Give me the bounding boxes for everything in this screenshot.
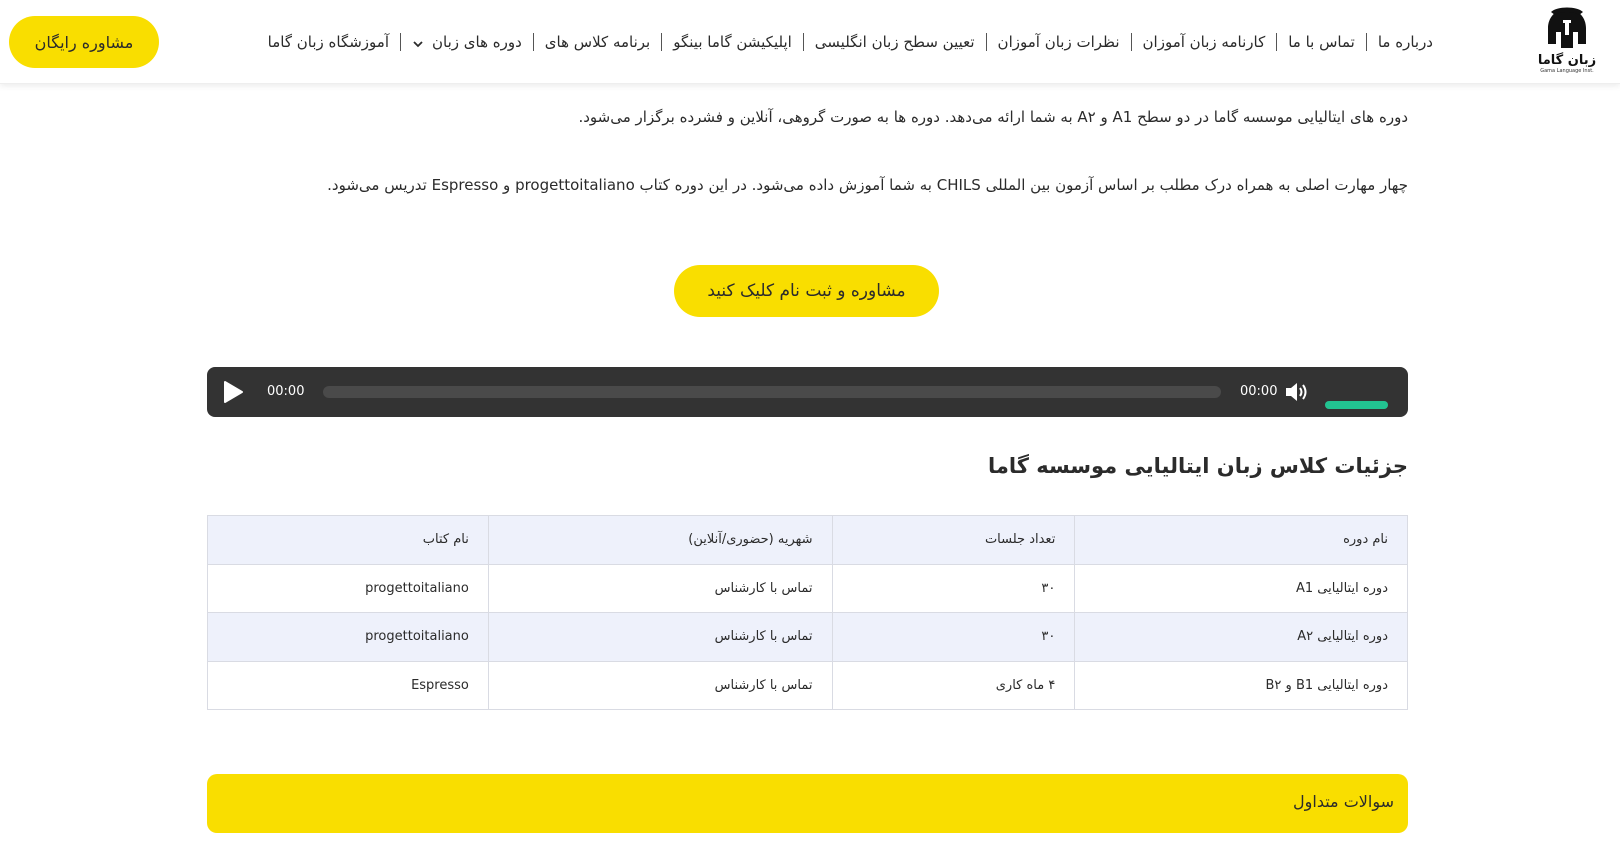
nav-item-contact[interactable]: تماس با ما bbox=[1277, 33, 1366, 51]
table-cell: تماس با کارشناس bbox=[487, 563, 833, 613]
table-cell: Espresso bbox=[207, 660, 489, 710]
course-details-table: نام دوره تعداد جلسات شهریه (حضوری/آنلاین… bbox=[207, 515, 1408, 710]
table-cell: ۳۰ bbox=[831, 612, 1076, 662]
chevron-down-icon bbox=[412, 36, 424, 48]
nav-item-bingo-app[interactable]: اپلیکیشن گاما بینگو bbox=[662, 33, 803, 51]
intro-paragraph: دوره های ایتالیایی موسسه گاما در دو سطح … bbox=[578, 108, 1408, 126]
nav-divider bbox=[532, 33, 534, 51]
table-cell: progettoitaliano bbox=[207, 563, 489, 613]
nav-item-student-results[interactable]: کارنامه زبان آموزان bbox=[1132, 33, 1277, 51]
faq-accordion[interactable]: سوالات متداول bbox=[207, 774, 1408, 833]
volume-icon[interactable] bbox=[1284, 380, 1310, 404]
site-header: مشاوره رایگان آموزشگاه زبان گاما دوره ها… bbox=[0, 0, 1620, 84]
table-cell: ۳۰ bbox=[831, 563, 1076, 613]
column-header: تعداد جلسات bbox=[831, 515, 1076, 565]
column-header: نام کتاب bbox=[207, 515, 489, 565]
nav-divider bbox=[1276, 33, 1278, 51]
main-nav: آموزشگاه زبان گاما دوره های زبان برنامه … bbox=[257, 28, 1444, 56]
spartan-helmet-icon bbox=[1548, 7, 1586, 48]
audio-player: 00:00 00:00 bbox=[207, 367, 1408, 417]
logo-name: زبان گاما bbox=[1537, 53, 1597, 68]
table-row: دوره ایتالیایی A۲ ۳۰ تماس با کارشناس pro… bbox=[207, 612, 1408, 662]
nav-divider bbox=[802, 33, 804, 51]
table-cell: دوره ایتالیایی B1 و B۲ bbox=[1074, 660, 1408, 710]
table-header-row: نام دوره تعداد جلسات شهریه (حضوری/آنلاین… bbox=[207, 515, 1408, 565]
current-time: 00:00 bbox=[267, 384, 305, 399]
nav-item-about[interactable]: درباره ما bbox=[1367, 33, 1444, 51]
nav-divider bbox=[400, 33, 401, 51]
table-row: دوره ایتالیایی B1 و B۲ ۴ ماه کاری تماس ب… bbox=[207, 660, 1408, 710]
column-header: نام دوره bbox=[1074, 515, 1408, 565]
logo-tagline: Gama Language Inst. bbox=[1540, 68, 1594, 74]
nav-item-placement-test[interactable]: تعیین سطح زبان انگلیسی bbox=[804, 33, 986, 51]
table-cell: ۴ ماه کاری bbox=[831, 660, 1076, 710]
skills-paragraph: چهار مهارت اصلی به همراه درک مطلب بر اسا… bbox=[327, 176, 1408, 194]
play-icon[interactable] bbox=[219, 379, 245, 405]
register-consultation-button[interactable]: مشاوره و ثبت نام کلیک کنید bbox=[674, 265, 939, 317]
table-cell: دوره ایتالیایی A1 bbox=[1074, 563, 1408, 613]
volume-level bbox=[1325, 401, 1388, 409]
table-cell: تماس با کارشناس bbox=[487, 660, 833, 710]
table-row: دوره ایتالیایی A1 ۳۰ تماس با کارشناس pro… bbox=[207, 563, 1408, 613]
nav-divider bbox=[661, 33, 663, 51]
duration-time: 00:00 bbox=[1240, 384, 1278, 399]
nav-item-class-schedule[interactable]: برنامه کلاس های bbox=[534, 33, 661, 51]
class-details-title: جزئیات کلاس زبان ایتالیایی موسسه گاما bbox=[987, 454, 1408, 478]
free-consultation-button[interactable]: مشاوره رایگان bbox=[9, 16, 159, 68]
table-cell: progettoitaliano bbox=[207, 612, 489, 662]
table-cell: دوره ایتالیایی A۲ bbox=[1074, 612, 1408, 662]
nav-divider bbox=[985, 33, 987, 51]
site-logo[interactable]: زبان گاما Gama Language Inst. bbox=[1532, 6, 1602, 78]
table-cell: تماس با کارشناس bbox=[487, 612, 833, 662]
nav-item-institute[interactable]: آموزشگاه زبان گاما bbox=[257, 33, 400, 51]
column-header: شهریه (حضوری/آنلاین) bbox=[487, 515, 833, 565]
nav-divider bbox=[1130, 33, 1132, 51]
nav-divider bbox=[1365, 33, 1367, 51]
nav-item-testimonials[interactable]: نظرات زبان آموزان bbox=[987, 33, 1131, 51]
volume-slider[interactable] bbox=[1325, 401, 1388, 409]
nav-item-language-courses[interactable]: دوره های زبان bbox=[401, 33, 533, 51]
audio-progress-bar[interactable] bbox=[323, 386, 1221, 398]
faq-label: سوالات متداول bbox=[1293, 792, 1394, 811]
